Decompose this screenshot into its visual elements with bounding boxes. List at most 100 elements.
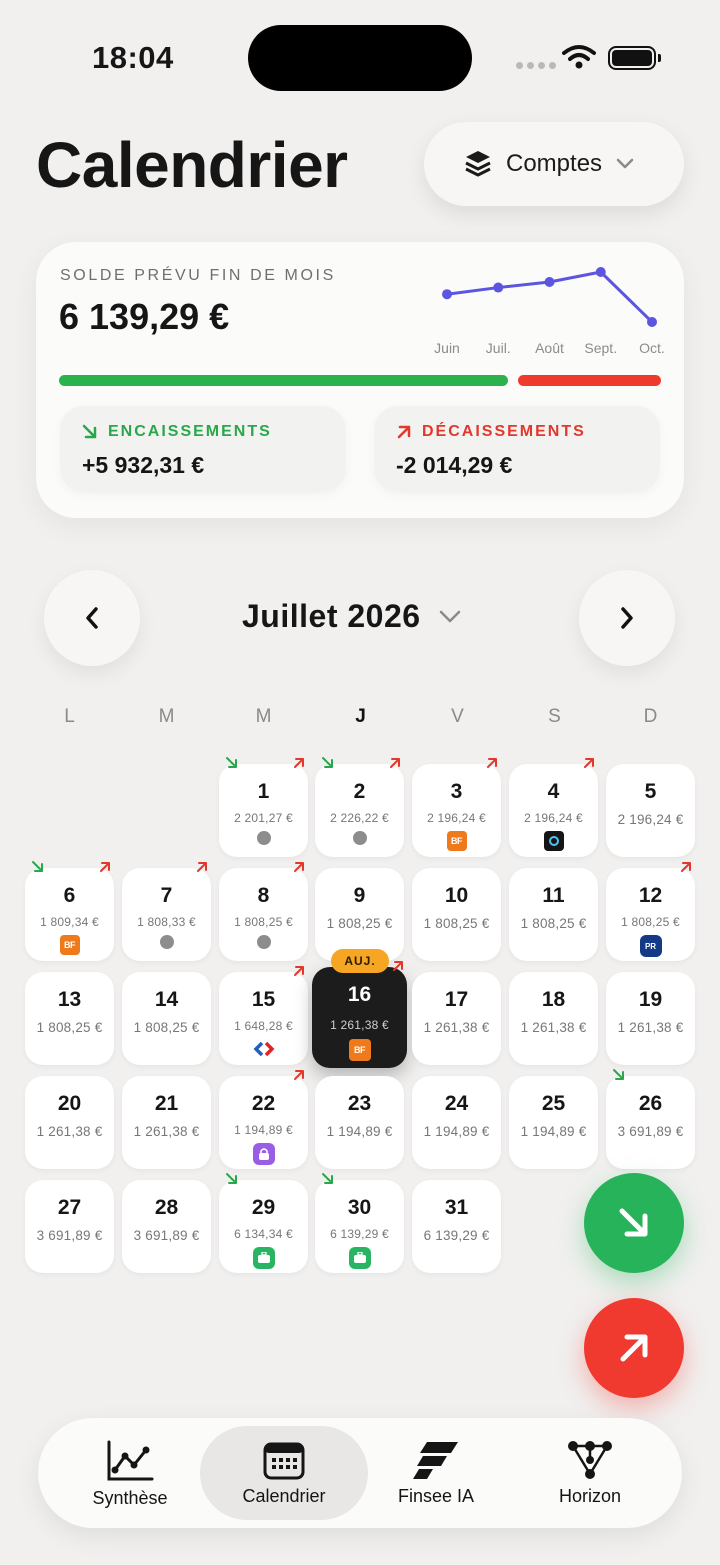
calendar-day[interactable]: 8 1 808,25 € (219, 862, 308, 961)
trend-point (442, 289, 452, 300)
add-outflow-button[interactable] (584, 1298, 684, 1398)
day-balance: 6 139,29 € (330, 1227, 389, 1241)
day-number: 4 (547, 780, 560, 803)
add-inflow-button[interactable] (584, 1173, 684, 1273)
weekday-label: L (64, 706, 75, 727)
network-icon (568, 1441, 612, 1479)
calendar-day[interactable]: 28 3 691,89 € (122, 1180, 211, 1273)
tab-finsee-ia[interactable]: Finsee IA (358, 1426, 514, 1520)
tab-synthese[interactable]: Synthèse (48, 1426, 212, 1520)
calendar-day[interactable]: 2 2 226,22 € (315, 757, 404, 857)
calendar-day[interactable]: 17 1 261,38 € (412, 972, 501, 1065)
calendar-day[interactable]: 14 1 808,25 € (122, 972, 211, 1065)
calendar-day[interactable]: 15 1 648,28 € (219, 966, 308, 1065)
day-number: 21 (154, 1092, 179, 1115)
calendar-day[interactable]: 18 1 261,38 € (509, 972, 598, 1065)
calendar-day[interactable]: 1 2 201,27 € (219, 757, 308, 857)
arrow-down-right-icon (619, 1208, 648, 1237)
wifi-icon (562, 45, 596, 69)
calendar-day[interactable]: 24 1 194,89 € (412, 1076, 501, 1169)
status-bar: 18:04 (0, 0, 720, 110)
day-number: 8 (257, 884, 270, 907)
calendar-day[interactable]: 21 1 261,38 € (122, 1076, 211, 1169)
trend-month-label: Juil. (486, 340, 511, 356)
day-number: 22 (251, 1092, 276, 1115)
day-number: 5 (644, 780, 657, 803)
day-balance: 2 196,24 € (617, 812, 684, 827)
weekday-label: D (643, 706, 658, 727)
dynamic-island (248, 25, 472, 91)
inflow-arrow-icon (225, 1172, 239, 1191)
inflow-box[interactable]: ENCAISSEMENTS +5 932,31 € (60, 406, 346, 492)
outflow-arrow-icon (485, 756, 499, 775)
calendar-day[interactable]: 29 6 134,34 € (219, 1173, 308, 1273)
day-number: 1 (257, 780, 270, 803)
month-end-summary-card: SOLDE PRÉVU FIN DE MOIS 6 139,29 € Juin J… (36, 242, 684, 518)
chart-icon (107, 1440, 154, 1481)
tab-horizon[interactable]: Horizon (512, 1426, 668, 1520)
day-balance: 1 261,38 € (133, 1124, 200, 1139)
dot-icon (256, 935, 271, 949)
month-selector[interactable]: Juillet 2026 (242, 598, 461, 635)
day-balance: 2 196,24 € (427, 811, 486, 825)
arrow-up-right-icon (397, 425, 411, 439)
previous-month-button[interactable] (44, 570, 140, 666)
outflow-arrow-icon (292, 964, 306, 983)
tab-label: Calendrier (242, 1486, 326, 1506)
dot-icon (159, 935, 174, 949)
outflow-box[interactable]: DÉCAISSEMENTS -2 014,29 € (374, 406, 660, 492)
carrefour-logo-icon (253, 1039, 275, 1059)
calendar-day[interactable]: 5 2 196,24 € (606, 764, 695, 857)
calendar-day[interactable]: 22 1 194,89 € (219, 1070, 308, 1169)
outflow-arrow-icon (391, 959, 405, 978)
calendar-day[interactable]: 7 1 808,33 € (122, 862, 211, 961)
pr-logo-icon: PR (639, 935, 662, 957)
accounts-label: Comptes (506, 150, 603, 177)
calendar-day[interactable]: 25 1 194,89 € (509, 1076, 598, 1169)
inflow-bar (59, 375, 508, 386)
inflow-label: ENCAISSEMENTS (108, 423, 272, 440)
calendar-day-today[interactable]: 16 1 261,38 € BF (312, 961, 407, 1068)
calendar-day[interactable]: 23 1 194,89 € (315, 1076, 404, 1169)
calendar-day[interactable]: 3 2 196,24 € BF (412, 758, 501, 857)
outflow-arrow-icon (292, 1068, 306, 1087)
calendar-day[interactable]: 13 1 808,25 € (25, 972, 114, 1065)
day-number: 11 (542, 884, 565, 907)
outflow-arrow-icon (195, 860, 209, 879)
day-balance: 2 196,24 € (524, 811, 583, 825)
day-number: 30 (347, 1196, 372, 1219)
next-month-button[interactable] (579, 570, 675, 666)
calendar-day[interactable]: 26 3 691,89 € (606, 1069, 695, 1169)
calendar-day[interactable]: 20 1 261,38 € (25, 1076, 114, 1169)
calendar-day[interactable]: 31 6 139,29 € (412, 1180, 501, 1273)
outflow-arrow-icon (292, 756, 306, 775)
day-number: 12 (638, 884, 663, 907)
day-balance: 1 808,33 € (137, 915, 196, 929)
calendar-day[interactable]: 19 1 261,38 € (606, 972, 695, 1065)
outflow-arrow-icon (388, 756, 402, 775)
calendar-day[interactable]: 6 1 809,34 € BF (25, 861, 114, 961)
day-balance: 6 139,29 € (423, 1228, 490, 1243)
calendar-day[interactable]: 4 2 196,24 € (509, 758, 598, 857)
day-balance: 1 194,89 € (520, 1124, 587, 1139)
calendar-day[interactable]: 27 3 691,89 € (25, 1180, 114, 1273)
calendar-day[interactable]: 12 1 808,25 € PR (606, 862, 695, 961)
tab-calendrier[interactable]: Calendrier (200, 1426, 368, 1520)
day-number: 7 (160, 884, 173, 907)
calendar-day[interactable]: 30 6 139,29 € (315, 1173, 404, 1273)
calendar-day[interactable]: 10 1 808,25 € (412, 868, 501, 961)
tab-label: Horizon (558, 1486, 622, 1506)
day-balance: 1 808,25 € (36, 1020, 103, 1035)
briefcase-logo-icon (252, 1247, 275, 1269)
calendar-day[interactable]: 11 1 808,25 € (509, 868, 598, 961)
day-number: 25 (541, 1092, 566, 1115)
month-title: Juillet 2026 (242, 598, 421, 634)
day-number: 16 (347, 983, 372, 1006)
calendar-day[interactable]: 9 1 808,25 € (315, 868, 404, 961)
day-balance: 1 648,28 € (234, 1019, 293, 1033)
calendar-icon (263, 1442, 305, 1480)
trend-month-label: Sept. (584, 340, 617, 356)
accounts-dropdown-button[interactable]: Comptes (424, 122, 684, 206)
day-number: 26 (638, 1092, 663, 1115)
day-number: 18 (541, 988, 566, 1011)
